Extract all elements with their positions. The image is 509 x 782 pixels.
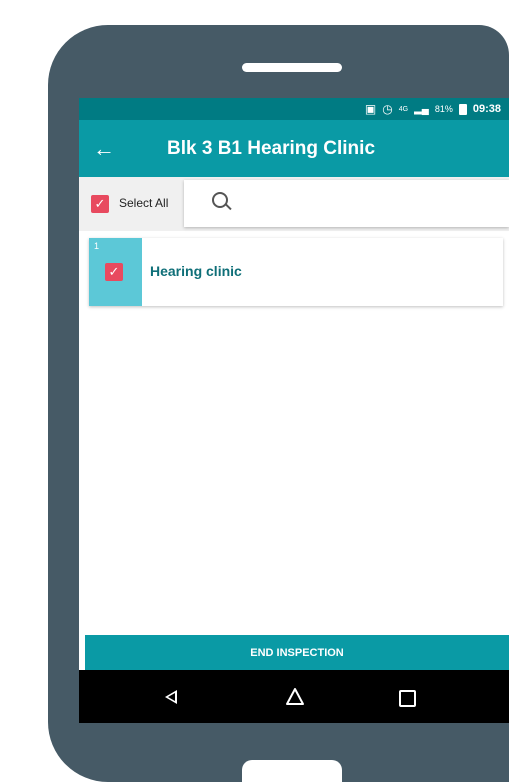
battery-icon [458,103,467,115]
alarm-icon: ◷ [382,102,393,116]
status-bar: ▣ ◷ 4G ▂▄ 81% 09:38 [79,98,509,120]
network-indicator: 4G [398,105,409,113]
nav-back-icon[interactable] [165,690,177,704]
phone-speaker [242,63,342,72]
item-number: 1 [94,241,100,251]
search-input[interactable] [244,190,498,218]
nfc-icon: ▣ [364,102,377,116]
phone-home-button [242,760,342,782]
end-inspection-button[interactable]: END INSPECTION [85,635,509,670]
item-checkbox[interactable]: ✓ [105,263,123,281]
battery-percent: 81% [434,104,453,114]
select-all-checkbox[interactable]: ✓ [91,195,109,213]
app-screen: ▣ ◷ 4G ▂▄ 81% 09:38 ← Blk 3 B1 Hearing C… [79,98,509,723]
status-time: 09:38 [472,103,501,115]
nav-recent-apps-icon[interactable] [399,690,416,707]
signal-icon: ▂▄ [414,103,429,115]
select-all-label[interactable]: Select All [119,196,168,210]
app-toolbar: ← Blk 3 B1 Hearing Clinic [79,120,509,177]
android-nav-bar [79,670,509,723]
search-icon[interactable] [212,192,228,208]
item-accent: 1 ✓ [89,238,142,306]
list-item[interactable]: 1 ✓ Hearing clinic [89,238,503,306]
item-label: Hearing clinic [150,263,242,279]
arrow-left-icon[interactable]: ← [79,136,129,162]
filter-bar: ✓ Select All [79,177,509,231]
nav-home-icon[interactable] [285,686,305,706]
page-title: Blk 3 B1 Hearing Clinic [167,137,376,159]
search-box[interactable] [184,180,509,227]
